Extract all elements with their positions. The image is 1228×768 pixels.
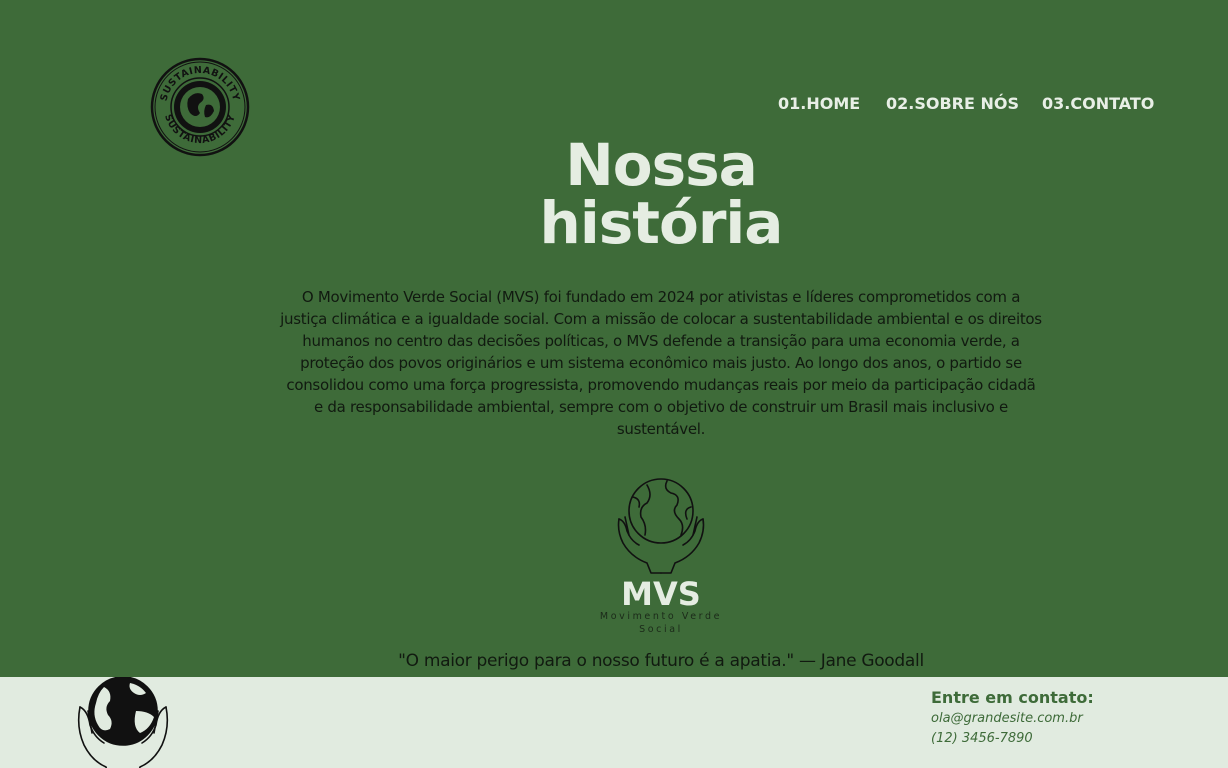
page-title-line-2: história	[539, 189, 784, 257]
globe-hands-icon	[611, 477, 711, 577]
page-title: Nossa história	[414, 136, 908, 252]
contact-email-link[interactable]: ola@grandesite.com.br	[931, 710, 1083, 728]
nav-home-link[interactable]: 01.HOME	[778, 94, 860, 113]
nav-contact-link[interactable]: 03.CONTATO	[1042, 94, 1154, 113]
brand-name: MVS	[621, 575, 701, 613]
footer: Entre em contato: ola@grandesite.com.br …	[0, 677, 1228, 768]
main-nav: 01.HOME 02.SOBRE NÓS 03.CONTATO	[0, 94, 1228, 116]
contact-title: Entre em contato:	[931, 688, 1094, 707]
history-paragraph: O Movimento Verde Social (MVS) foi funda…	[280, 288, 1042, 438]
quote-text: "O maior perigo para o nosso futuro é a …	[398, 651, 924, 671]
globe-hands-filled-icon[interactable]	[74, 677, 172, 768]
contact-phone-link[interactable]: (12) 3456-7890	[931, 730, 1033, 748]
brand-subtitle: Movimento Verde Social	[599, 611, 723, 635]
nav-about-link[interactable]: 02.SOBRE NÓS	[886, 94, 1019, 113]
